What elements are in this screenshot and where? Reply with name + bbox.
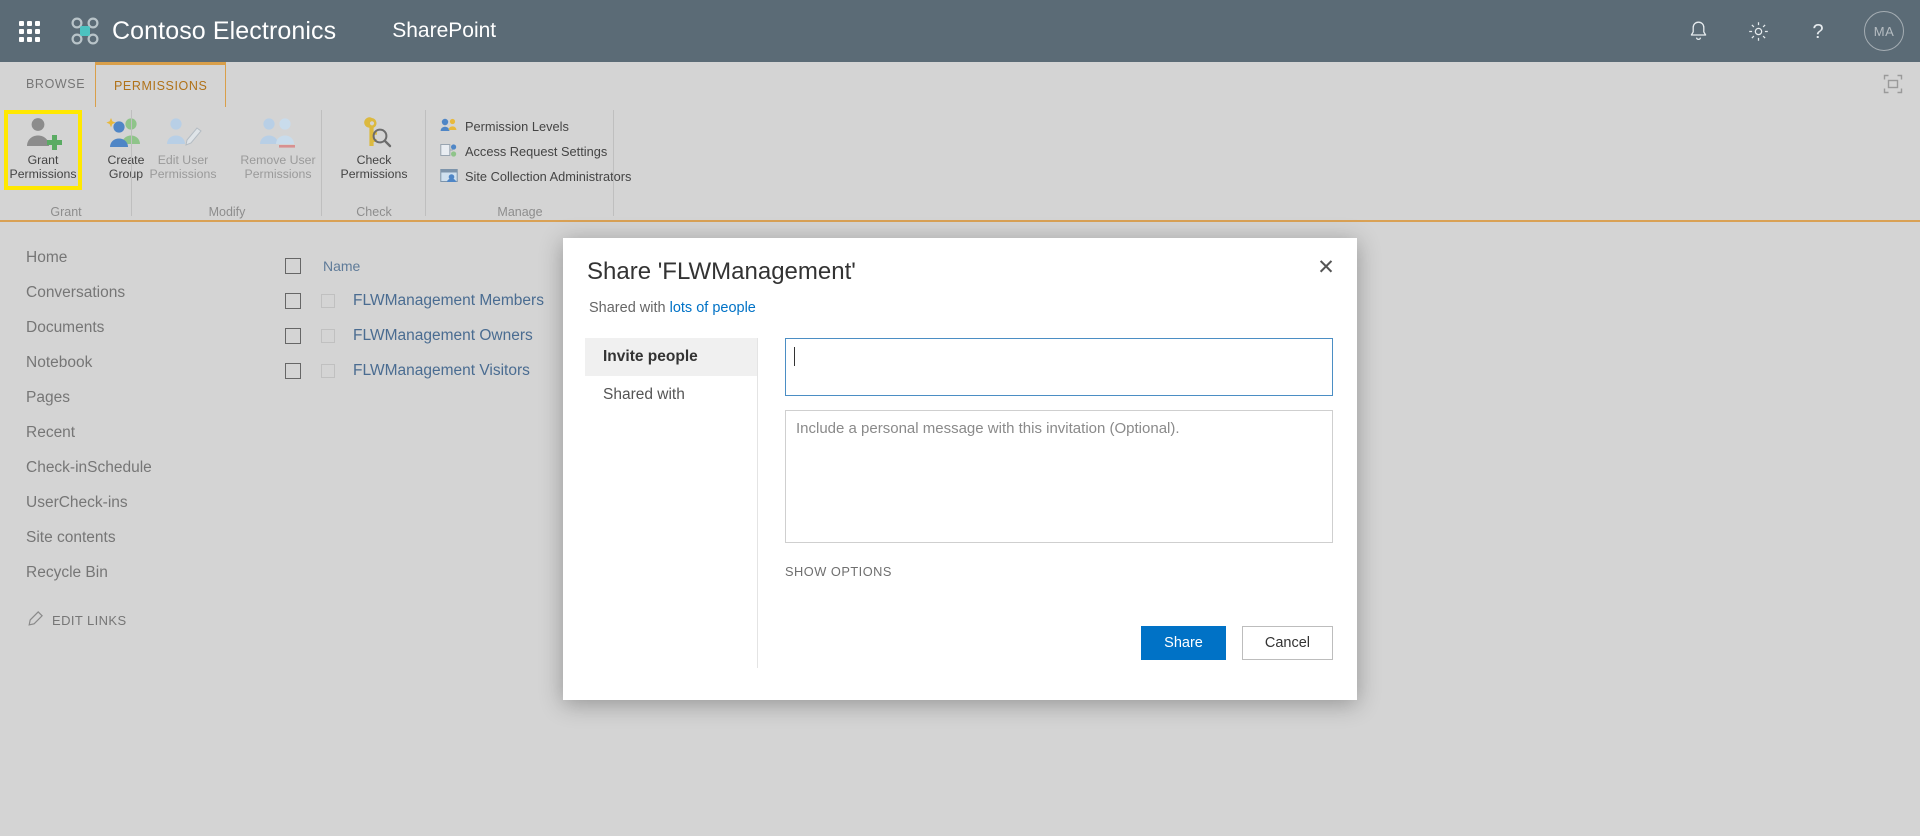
check-permissions-icon — [355, 114, 393, 152]
ribbon-group-modify: Edit User Permissions Remove User Permis… — [132, 106, 322, 222]
dialog-title: Share 'FLWManagement' — [587, 258, 856, 285]
edit-user-permissions-label: Edit User Permissions — [149, 153, 217, 181]
ribbon: Grant Permissions Create Group Grant Edi… — [0, 106, 1920, 222]
suite-app-name[interactable]: SharePoint — [392, 19, 496, 43]
ribbon-group-label-check: Check — [356, 205, 392, 219]
app-launcher-button[interactable] — [0, 0, 58, 62]
dialog-tab-shared-with[interactable]: Shared with — [585, 376, 757, 414]
suite-bar: Contoso Electronics SharePoint ? MA — [0, 0, 1920, 62]
help-button[interactable]: ? — [1788, 0, 1848, 62]
check-permissions-label: Check Permissions — [340, 153, 408, 181]
sidebar-item-conversations[interactable]: Conversations — [0, 275, 270, 310]
share-dialog: Share 'FLWManagement' ✕ Shared with lots… — [563, 238, 1357, 700]
edit-user-permissions-icon — [163, 114, 203, 152]
grant-permissions-icon — [24, 114, 62, 152]
remove-user-permissions-button[interactable]: Remove User Permissions — [228, 110, 328, 188]
remove-user-permissions-icon — [257, 114, 299, 152]
sidebar-item-user-check-ins[interactable]: UserCheck-ins — [0, 485, 270, 520]
shared-with-link[interactable]: lots of people — [670, 300, 756, 316]
brand-name[interactable]: Contoso Electronics — [112, 17, 336, 46]
ribbon-group-label-grant: Grant — [50, 205, 82, 219]
tab-browse[interactable]: BROWSE — [8, 62, 103, 106]
access-request-settings-menu-item[interactable]: Access Request Settings — [440, 142, 607, 160]
ribbon-group-manage: Permission Levels Access Request Setting… — [426, 106, 631, 222]
row-secondary-checkbox[interactable] — [321, 363, 335, 378]
sidebar-item-notebook[interactable]: Notebook — [0, 345, 270, 380]
cancel-button[interactable]: Cancel — [1241, 626, 1333, 660]
check-permissions-button[interactable]: Check Permissions — [326, 110, 422, 188]
pencil-icon — [28, 611, 43, 629]
sidebar-item-pages[interactable]: Pages — [0, 380, 270, 415]
row-secondary-checkbox[interactable] — [321, 293, 335, 308]
bell-icon — [1690, 21, 1706, 40]
grant-permissions-button[interactable]: Grant Permissions — [4, 110, 82, 190]
group-name-link[interactable]: FLWManagement Members — [353, 292, 544, 310]
ribbon-group-label-manage: Manage — [497, 205, 543, 219]
row-secondary-checkbox[interactable] — [321, 328, 335, 343]
row-select-checkbox[interactable] — [285, 292, 301, 309]
focus-on-content-icon — [1883, 74, 1903, 94]
dialog-actions: Share Cancel — [1141, 626, 1333, 660]
user-avatar-button[interactable]: MA — [1848, 0, 1920, 62]
group-name-link[interactable]: FLWManagement Owners — [353, 327, 533, 345]
shared-with-prefix: Shared with — [589, 300, 666, 316]
sidebar-item-recycle-bin[interactable]: Recycle Bin — [0, 555, 270, 590]
notifications-button[interactable] — [1668, 0, 1728, 62]
left-navigation: Home Conversations Documents Notebook Pa… — [0, 240, 270, 637]
site-collection-administrators-menu-item[interactable]: Site Collection Administrators — [440, 167, 631, 185]
ribbon-tab-strip: BROWSE PERMISSIONS — [0, 62, 1920, 107]
show-options-toggle[interactable]: SHOW OPTIONS — [785, 564, 892, 579]
ribbon-group-label-modify: Modify — [208, 205, 246, 219]
focus-on-content-button[interactable] — [1876, 68, 1910, 100]
shared-with-summary: Shared with lots of people — [589, 300, 756, 316]
settings-button[interactable] — [1728, 0, 1788, 62]
group-separator — [613, 110, 614, 216]
question-mark-icon: ? — [1812, 21, 1823, 43]
group-name-link[interactable]: FLWManagement Visitors — [353, 362, 530, 380]
row-select-checkbox[interactable] — [285, 362, 301, 379]
text-caret — [794, 347, 795, 366]
sidebar-item-recent[interactable]: Recent — [0, 415, 270, 450]
permission-levels-icon — [440, 117, 458, 135]
select-all-checkbox[interactable] — [285, 257, 301, 274]
sidebar-item-check-in-schedule[interactable]: Check-inSchedule — [0, 450, 270, 485]
suite-bar-actions: ? MA — [1668, 0, 1920, 62]
personal-message-input[interactable] — [785, 410, 1333, 543]
grant-permissions-label: Grant Permissions — [9, 153, 77, 181]
sidebar-item-home[interactable]: Home — [0, 240, 270, 275]
svg-text:?: ? — [1812, 21, 1823, 43]
share-button[interactable]: Share — [1141, 626, 1226, 660]
waffle-icon — [18, 20, 40, 42]
row-select-checkbox[interactable] — [285, 327, 301, 344]
column-header-name[interactable]: Name — [323, 258, 360, 274]
access-request-icon — [440, 142, 458, 160]
dialog-nav: Invite people Shared with — [585, 338, 758, 668]
edit-links-label: EDIT LINKS — [52, 612, 127, 628]
dialog-body: SHOW OPTIONS — [785, 338, 1333, 581]
ribbon-group-check: Check Permissions Check — [322, 106, 426, 222]
gear-icon — [1748, 21, 1768, 41]
permission-levels-menu-item[interactable]: Permission Levels — [440, 117, 569, 135]
tab-permissions[interactable]: PERMISSIONS — [95, 62, 227, 107]
edit-links-button[interactable]: EDIT LINKS — [0, 603, 270, 637]
sidebar-item-site-contents[interactable]: Site contents — [0, 520, 270, 555]
contoso-logo-icon — [68, 14, 102, 48]
edit-user-permissions-button[interactable]: Edit User Permissions — [138, 110, 228, 188]
access-request-settings-label: Access Request Settings — [465, 143, 608, 159]
close-icon[interactable]: ✕ — [1309, 250, 1343, 284]
dialog-tab-invite-people[interactable]: Invite people — [585, 338, 757, 376]
ribbon-group-grant: Grant Permissions Create Group Grant — [0, 106, 144, 222]
site-collection-administrators-label: Site Collection Administrators — [465, 168, 632, 184]
sidebar-item-documents[interactable]: Documents — [0, 310, 270, 345]
remove-user-permissions-label: Remove User Permissions — [240, 153, 316, 181]
invite-people-input[interactable] — [785, 338, 1333, 396]
avatar: MA — [1864, 11, 1904, 51]
site-collection-admins-icon — [440, 167, 458, 185]
permission-levels-label: Permission Levels — [465, 118, 569, 134]
